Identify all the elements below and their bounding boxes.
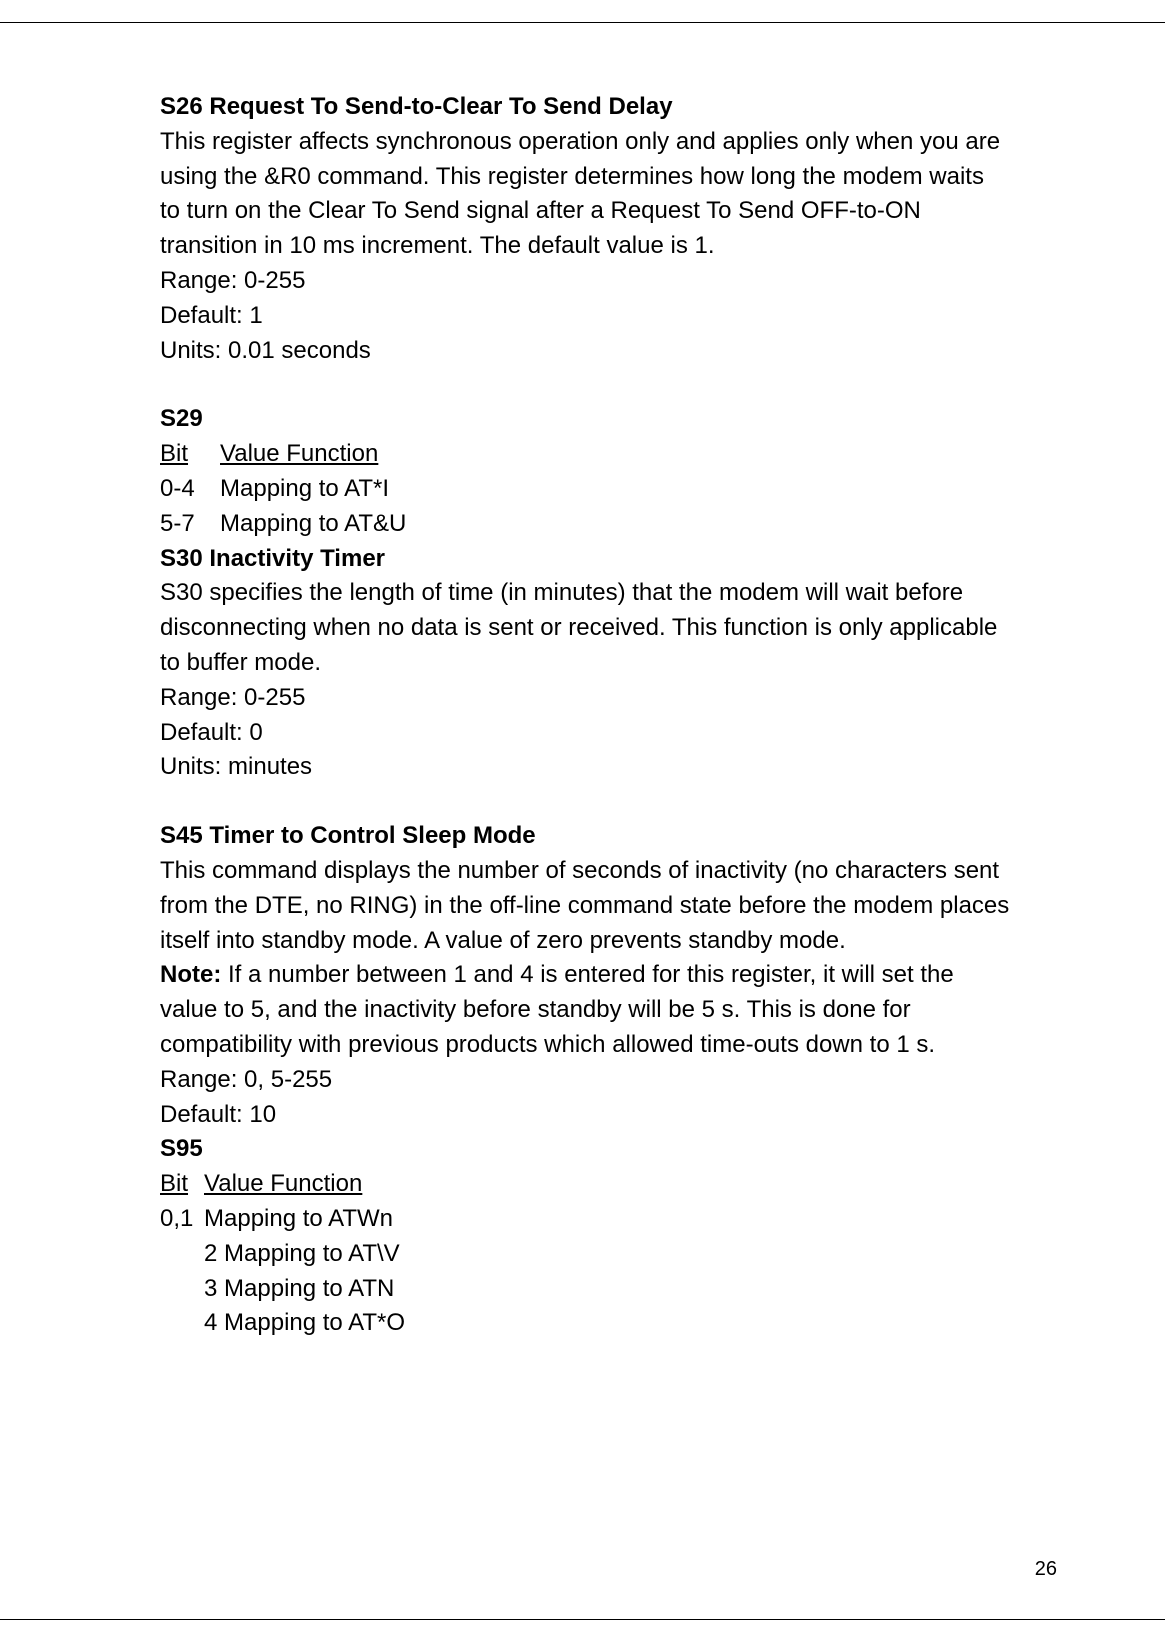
s45-default: Default: 10 [160,1098,1010,1133]
table-row: 4 Mapping to AT*O [160,1306,1010,1341]
page-bottom-rule [0,1619,1165,1620]
page-top-rule [0,22,1165,23]
s26-heading: S26 Request To Send-to-Clear To Send Del… [160,90,1010,125]
s29-heading: S29 [160,402,1010,437]
s30-range: Range: 0-255 [160,681,1010,716]
s95-row2-bit: 3 [204,1275,217,1302]
s26-units: Units: 0.01 seconds [160,334,1010,369]
s26-range: Range: 0-255 [160,264,1010,299]
s95-heading: S95 [160,1132,1010,1167]
table-row: 0-4Mapping to AT*I [160,472,1010,507]
s26-default: Default: 1 [160,299,1010,334]
s45-note-label: Note: [160,961,221,988]
s29-col-bit: Bit [160,437,220,472]
s95-row2-vf: Mapping to ATN [224,1275,394,1302]
s30-default: Default: 0 [160,716,1010,751]
table-row: 5-7Mapping to AT&U [160,507,1010,542]
s30-body: S30 specifies the length of time (in min… [160,576,1010,680]
s30-heading: S30 Inactivity Timer [160,542,1010,577]
table-row: 3 Mapping to ATN [160,1272,1010,1307]
s95-row3-vf: Mapping to AT*O [224,1309,405,1336]
s45-range: Range: 0, 5-255 [160,1063,1010,1098]
s29-table-header: BitValue Function [160,437,1010,472]
s29-row1-bit: 5-7 [160,507,220,542]
s29-col-vf: Value Function [220,440,378,467]
s45-note-body: If a number between 1 and 4 is entered f… [160,961,954,1058]
s95-row0-vf: Mapping to ATWn [204,1205,393,1232]
s95-row1-vf: Mapping to AT\V [224,1240,400,1267]
s95-row3-bit: 4 [204,1309,217,1336]
s29-row0-bit: 0-4 [160,472,220,507]
s95-row0-bit: 0,1 [160,1202,204,1237]
s95-col-bit: Bit [160,1167,204,1202]
s29-row0-vf: Mapping to AT*I [220,475,389,502]
s95-table-header: BitValue Function [160,1167,1010,1202]
s45-body: This command displays the number of seco… [160,854,1010,958]
table-row: 2 Mapping to AT\V [160,1237,1010,1272]
table-row: 0,1Mapping to ATWn [160,1202,1010,1237]
s95-col-vf: Value Function [204,1170,362,1197]
s30-units: Units: minutes [160,750,1010,785]
s29-row1-vf: Mapping to AT&U [220,510,406,537]
s95-row1-bit: 2 [204,1240,217,1267]
s45-heading: S45 Timer to Control Sleep Mode [160,819,1010,854]
document-page: S26 Request To Send-to-Clear To Send Del… [0,0,1165,1642]
page-number: 26 [1035,1555,1057,1584]
s26-body: This register affects synchronous operat… [160,125,1010,264]
s45-note: Note: If a number between 1 and 4 is ent… [160,958,1010,1062]
